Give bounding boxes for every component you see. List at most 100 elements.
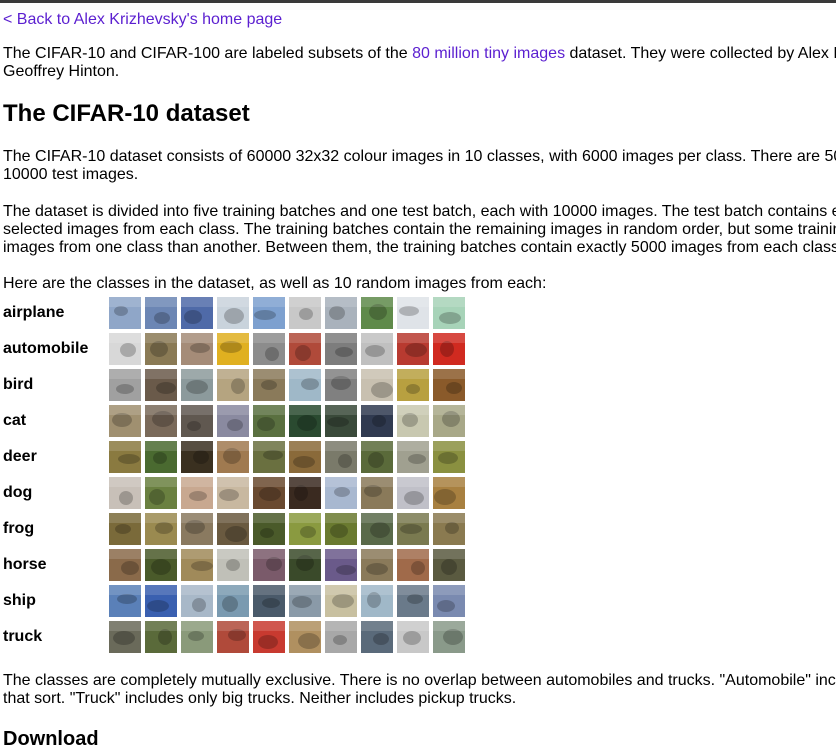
sample-image-thumbnail [289, 405, 321, 437]
classes-intro: Here are the classes in the dataset, as … [3, 275, 547, 292]
class-row: airplane [3, 295, 465, 331]
sample-image-thumbnail [217, 441, 249, 473]
sample-image-thumbnail [325, 549, 357, 581]
sample-image-thumbnail [325, 369, 357, 401]
class-images-cell [109, 619, 465, 655]
sample-image-thumbnail [433, 405, 465, 437]
download-title: Download [3, 728, 99, 749]
class-name: truck [3, 628, 43, 645]
sample-image-thumbnail [217, 513, 249, 545]
sample-image-thumbnail [217, 405, 249, 437]
class-images-cell [109, 475, 465, 511]
sample-image-thumbnail [253, 441, 285, 473]
class-image-strip [109, 333, 465, 365]
sample-image-thumbnail [109, 405, 141, 437]
sample-image-thumbnail [325, 585, 357, 617]
sample-image-thumbnail [109, 441, 141, 473]
intro-text-after: dataset. They were collected by Alex Kri… [569, 45, 836, 62]
sample-image-thumbnail [217, 333, 249, 365]
class-row: dog [3, 475, 465, 511]
class-row: truck [3, 619, 465, 655]
sample-image-thumbnail [289, 549, 321, 581]
sample-image-thumbnail [109, 369, 141, 401]
back-to-home-link[interactable]: < Back to Alex Krizhevsky's home page [3, 11, 282, 28]
class-images-cell [109, 403, 465, 439]
sample-image-thumbnail [145, 549, 177, 581]
section-title: The CIFAR-10 dataset [3, 100, 250, 127]
class-image-strip [109, 441, 465, 473]
sample-image-thumbnail [433, 441, 465, 473]
sample-image-thumbnail [397, 585, 429, 617]
sample-image-thumbnail [361, 441, 393, 473]
para1-line-2: 10000 test images. [3, 166, 139, 183]
sample-image-thumbnail [289, 297, 321, 329]
sample-image-thumbnail [397, 477, 429, 509]
class-image-strip [109, 477, 465, 509]
sample-image-thumbnail [433, 585, 465, 617]
sample-image-thumbnail [253, 585, 285, 617]
sample-image-thumbnail [145, 405, 177, 437]
class-images-cell [109, 295, 465, 331]
sample-image-thumbnail [109, 585, 141, 617]
sample-image-thumbnail [253, 369, 285, 401]
sample-image-thumbnail [325, 477, 357, 509]
sample-image-thumbnail [217, 549, 249, 581]
class-row: ship [3, 583, 465, 619]
class-images-cell [109, 331, 465, 367]
sample-image-thumbnail [397, 513, 429, 545]
class-image-strip [109, 585, 465, 617]
sample-image-thumbnail [325, 621, 357, 653]
sample-image-thumbnail [181, 549, 213, 581]
sample-image-thumbnail [433, 333, 465, 365]
sample-image-thumbnail [253, 297, 285, 329]
sample-image-thumbnail [109, 549, 141, 581]
sample-image-thumbnail [145, 297, 177, 329]
sample-image-thumbnail [361, 477, 393, 509]
sample-image-thumbnail [361, 585, 393, 617]
class-name: ship [3, 592, 36, 609]
sample-image-thumbnail [181, 369, 213, 401]
class-image-strip [109, 405, 465, 437]
class-image-strip [109, 549, 465, 581]
sample-image-thumbnail [181, 585, 213, 617]
sample-image-thumbnail [397, 369, 429, 401]
sample-image-thumbnail [181, 621, 213, 653]
sample-image-thumbnail [145, 477, 177, 509]
sample-image-thumbnail [433, 297, 465, 329]
sample-image-thumbnail [361, 621, 393, 653]
sample-image-thumbnail [361, 549, 393, 581]
sample-image-thumbnail [109, 621, 141, 653]
sample-image-thumbnail [289, 513, 321, 545]
class-row: deer [3, 439, 465, 475]
sample-image-thumbnail [109, 297, 141, 329]
sample-image-thumbnail [289, 369, 321, 401]
class-row: cat [3, 403, 465, 439]
sample-image-thumbnail [181, 297, 213, 329]
sample-image-thumbnail [145, 333, 177, 365]
sample-image-thumbnail [325, 333, 357, 365]
class-name: cat [3, 412, 27, 429]
class-image-strip [109, 621, 465, 653]
sample-image-thumbnail [181, 405, 213, 437]
tiny-images-link[interactable]: 80 million tiny images [412, 45, 565, 62]
class-name: dog [3, 484, 33, 501]
class-images-cell [109, 367, 465, 403]
sample-image-thumbnail [181, 333, 213, 365]
sample-image-thumbnail [109, 333, 141, 365]
sample-image-thumbnail [361, 297, 393, 329]
class-row: horse [3, 547, 465, 583]
para1-line-1: The CIFAR-10 dataset consists of 60000 3… [3, 148, 836, 165]
sample-image-thumbnail [109, 477, 141, 509]
sample-image-thumbnail [253, 405, 285, 437]
sample-image-thumbnail [217, 369, 249, 401]
class-images-cell [109, 439, 465, 475]
sample-image-thumbnail [397, 621, 429, 653]
sample-image-thumbnail [433, 549, 465, 581]
sample-image-thumbnail [109, 513, 141, 545]
sample-image-thumbnail [289, 333, 321, 365]
sample-image-thumbnail [145, 621, 177, 653]
sample-image-thumbnail [361, 333, 393, 365]
sample-image-thumbnail [253, 621, 285, 653]
sample-image-thumbnail [253, 549, 285, 581]
class-name: horse [3, 556, 47, 573]
